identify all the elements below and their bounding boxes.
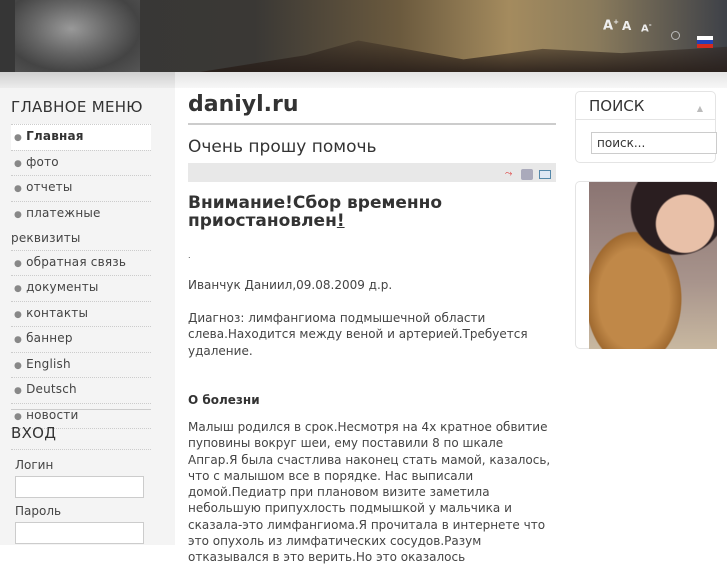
menu-item-contacts[interactable]: ● контакты [11,300,151,327]
search-icon[interactable] [671,31,680,40]
password-input[interactable] [15,522,144,544]
password-label: Пароль [15,504,62,518]
diagnosis-text: Диагноз: лимфангиома подмышечной области… [188,311,528,358]
header-landscape [200,40,727,72]
title-divider [188,123,556,125]
heading-link[interactable]: ! [337,211,345,231]
search-title: ПОИСК [576,92,715,120]
menu-item-payment[interactable]: ● платежные реквизиты [11,200,151,250]
section-heading: О болезни [188,393,260,407]
search-module: ПОИСК ▲ поиск... [575,91,717,163]
collapse-icon[interactable]: ▲ [697,104,703,113]
menu-item-photo[interactable]: ● фото [11,149,151,176]
menu-item-reports[interactable]: ● отчеты [11,175,151,201]
article-title: Очень прошу помочь [188,137,377,157]
font-smaller-button[interactable]: A- [641,21,652,34]
font-reset-button[interactable]: A [622,19,631,33]
menu-item-home[interactable]: ● Главная [11,124,151,150]
menu-item-documents[interactable]: ● документы [11,275,151,301]
login-label: Логин [15,458,54,472]
russian-flag-icon[interactable] [697,36,713,48]
header: A+ A A- [0,0,727,72]
article-toolbar: ⤳ [188,163,556,182]
baby-photo [15,0,140,72]
login-title: ВХОД [11,424,57,442]
email-icon[interactable] [539,170,551,179]
print-icon[interactable] [521,169,533,180]
header-bar [0,72,727,88]
story-text: Малыш родился в срок.Несмотря на 4х крат… [188,420,551,565]
menu-item-feedback[interactable]: ● обратная связь [11,249,151,276]
divider [11,409,151,410]
mother-with-baby-photo [589,182,717,349]
divider [11,449,151,450]
photo-module [575,181,717,349]
menu-item-english[interactable]: ● English [11,351,151,378]
menu-item-deutsch[interactable]: ● Deutsch [11,377,151,403]
search-input[interactable]: поиск... [591,132,717,154]
name-line: Иванчук Даниил,09.08.2009 д.р. [188,278,393,292]
dot-text: . [188,251,191,260]
article-heading: Внимание!Сбор временно приостановлен! [188,193,443,231]
pdf-icon[interactable]: ⤳ [505,169,517,180]
site-title[interactable]: daniyl.ru [188,92,299,117]
menu-item-banner[interactable]: ● баннер [11,326,151,352]
font-larger-button[interactable]: A+ [603,18,619,33]
main-menu-title: ГЛАВНОЕ МЕНЮ [11,98,143,116]
main-menu: ● Главная ● фото ● отчеты ● платежные реквиз… [11,124,151,429]
login-input[interactable] [15,476,144,498]
